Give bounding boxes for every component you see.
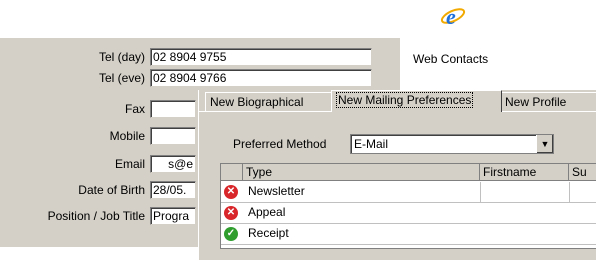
internet-explorer-icon: e (440, 4, 466, 29)
email-label: Email (114, 157, 145, 171)
check-circle-icon: ✓ (224, 227, 238, 241)
web-contacts-shortcut[interactable]: e (440, 3, 466, 29)
tab-label: New Biographical (210, 95, 304, 109)
tab-new-mailing-preferences[interactable]: New Mailing Preferences (331, 90, 502, 112)
desktop-icon-label: Web Contacts (413, 52, 489, 66)
preferred-method-select[interactable]: E-Mail ▼ (350, 134, 554, 154)
table-row[interactable]: ✕ Newsletter (221, 182, 596, 203)
dropdown-arrow-icon[interactable]: ▼ (536, 135, 553, 153)
x-circle-icon: ✕ (224, 206, 238, 220)
table-row[interactable]: ✓ Receipt (221, 224, 596, 245)
column-header-type[interactable]: Type (243, 164, 480, 181)
fax-label: Fax (124, 102, 145, 116)
tab-new-profile[interactable]: New Profile (500, 92, 596, 111)
mobile-field[interactable] (150, 127, 196, 145)
date-of-birth-field[interactable]: 28/05. (150, 181, 196, 199)
table-row[interactable]: ✕ Appeal (221, 203, 596, 224)
tab-label: New Mailing Preferences (336, 92, 474, 108)
tel-day-label: Tel (day) (98, 50, 145, 64)
column-header-surname[interactable]: Su (569, 164, 596, 181)
row-gutter: ✕ (221, 182, 243, 202)
mobile-label: Mobile (109, 129, 145, 143)
svg-text:e: e (446, 4, 456, 29)
grid-corner-header (221, 164, 243, 181)
row-gutter: ✓ (221, 224, 243, 244)
mailing-preferences-grid: Type Firstname Su ✕ Newsletter ✕ Appeal … (220, 163, 596, 249)
tab-label: New Profile (505, 95, 567, 109)
column-header-firstname[interactable]: Firstname (480, 164, 569, 181)
email-field[interactable]: s@e (150, 155, 196, 173)
preferred-method-label: Preferred Method (233, 137, 327, 151)
row-gutter: ✕ (221, 203, 243, 223)
tab-strip: New Biographical New Mailing Preferences… (199, 90, 596, 112)
row-type: Appeal (248, 205, 286, 219)
row-firstname-cell[interactable] (480, 182, 570, 202)
position-field[interactable]: Progra (150, 207, 196, 225)
tel-eve-field[interactable]: 02 8904 9766 (150, 69, 372, 87)
preferred-method-value: E-Mail (354, 137, 389, 151)
position-label: Position / Job Title (47, 209, 145, 223)
tab-new-biographical[interactable]: New Biographical (205, 92, 333, 111)
row-surname-cell[interactable] (569, 182, 596, 202)
tel-eve-label: Tel (eve) (98, 71, 145, 85)
date-of-birth-label: Date of Birth (78, 183, 145, 197)
row-type: Receipt (248, 226, 289, 240)
x-circle-icon: ✕ (224, 185, 238, 199)
row-type: Newsletter (248, 184, 305, 198)
tel-day-field[interactable]: 02 8904 9755 (150, 48, 372, 66)
fax-field[interactable] (150, 100, 196, 118)
